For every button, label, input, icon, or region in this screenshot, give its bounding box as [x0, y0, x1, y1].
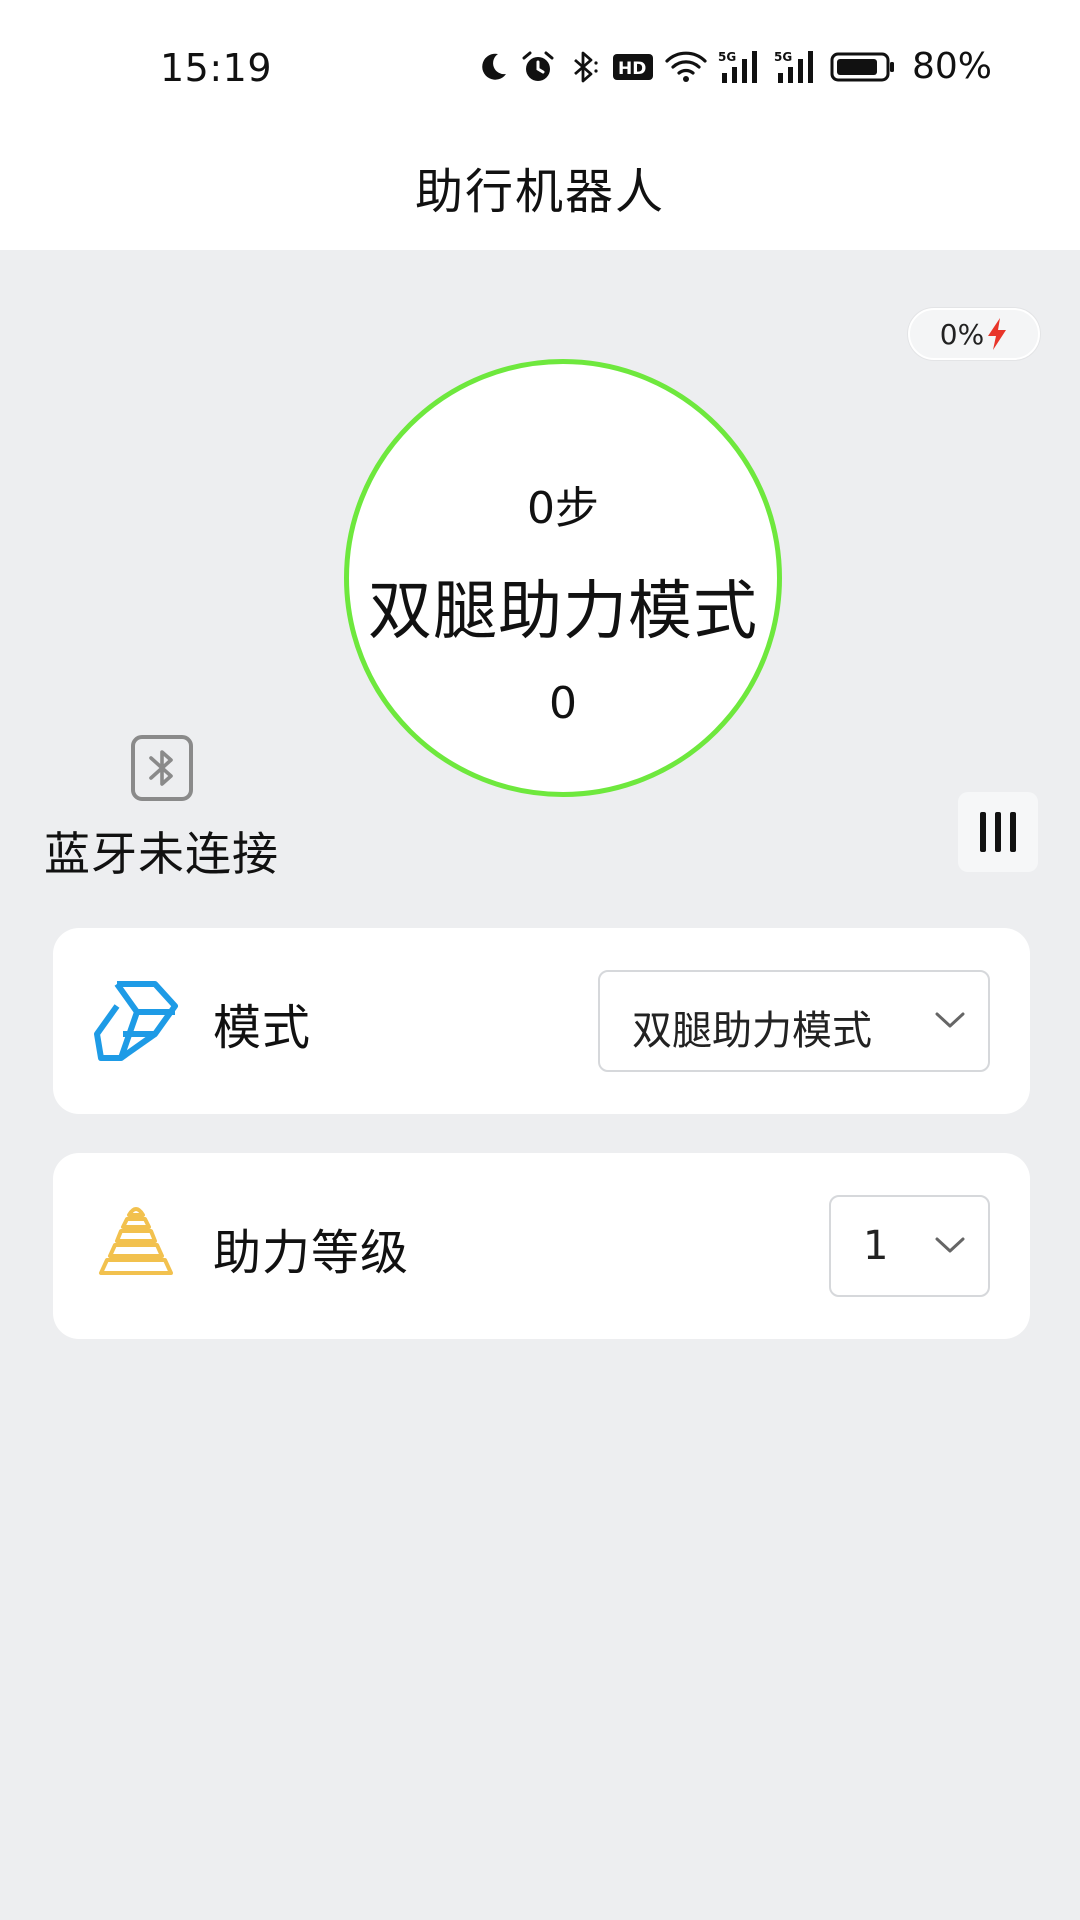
- svg-text:5G: 5G: [774, 50, 792, 64]
- svg-text:HD: HD: [618, 59, 646, 79]
- assist-value: 0: [549, 678, 577, 729]
- chevron-down-icon: [935, 1012, 965, 1028]
- moon-icon: [482, 53, 506, 80]
- svg-text:5G: 5G: [718, 50, 736, 64]
- pyramid-icon: [93, 1203, 179, 1289]
- assist-level-label: 助力等级: [213, 1225, 410, 1281]
- assist-level-card: 助力等级 1: [53, 1153, 1030, 1339]
- page-title: 助行机器人: [414, 164, 665, 220]
- chevron-down-icon: [935, 1237, 965, 1253]
- battery-icon: [830, 52, 894, 81]
- assist-level-select[interactable]: 1: [829, 1195, 990, 1297]
- device-battery-indicator: 0%: [908, 308, 1040, 360]
- status-time: 15:19: [160, 46, 273, 90]
- bars-icon: [980, 812, 1016, 852]
- cube-icon: [93, 978, 179, 1064]
- step-count: 0步: [527, 483, 599, 534]
- hd-icon: HD: [612, 53, 653, 80]
- wifi-icon: [665, 51, 707, 82]
- mode-select-value: 双腿助力模式: [632, 1008, 872, 1054]
- status-icons: HD 5G 5G 80%: [476, 46, 992, 87]
- mode-label: 模式: [213, 1000, 312, 1056]
- menu-button[interactable]: [958, 792, 1038, 872]
- top-bar: 15:19 HD 5G 5G 80% 助行机器人: [0, 0, 1080, 250]
- charging-bolt-icon: [988, 318, 1007, 350]
- signal-5g-icon: 5G: [718, 50, 757, 83]
- status-ring: 0步 双腿助力模式 0: [344, 359, 782, 797]
- bluetooth-icon: [574, 51, 598, 82]
- mode-card: 模式 双腿助力模式: [53, 928, 1030, 1114]
- assist-level-select-value: 1: [863, 1223, 889, 1269]
- alarm-icon: [522, 51, 554, 81]
- current-mode: 双腿助力模式: [368, 575, 758, 649]
- device-battery-text: 0%: [939, 317, 985, 351]
- signal-5g-icon: 5G: [774, 50, 813, 83]
- battery-percent: 80%: [911, 46, 992, 87]
- bluetooth-icon[interactable]: [130, 734, 194, 802]
- bluetooth-status[interactable]: 蓝牙未连接: [44, 818, 279, 884]
- mode-select[interactable]: 双腿助力模式: [598, 970, 990, 1072]
